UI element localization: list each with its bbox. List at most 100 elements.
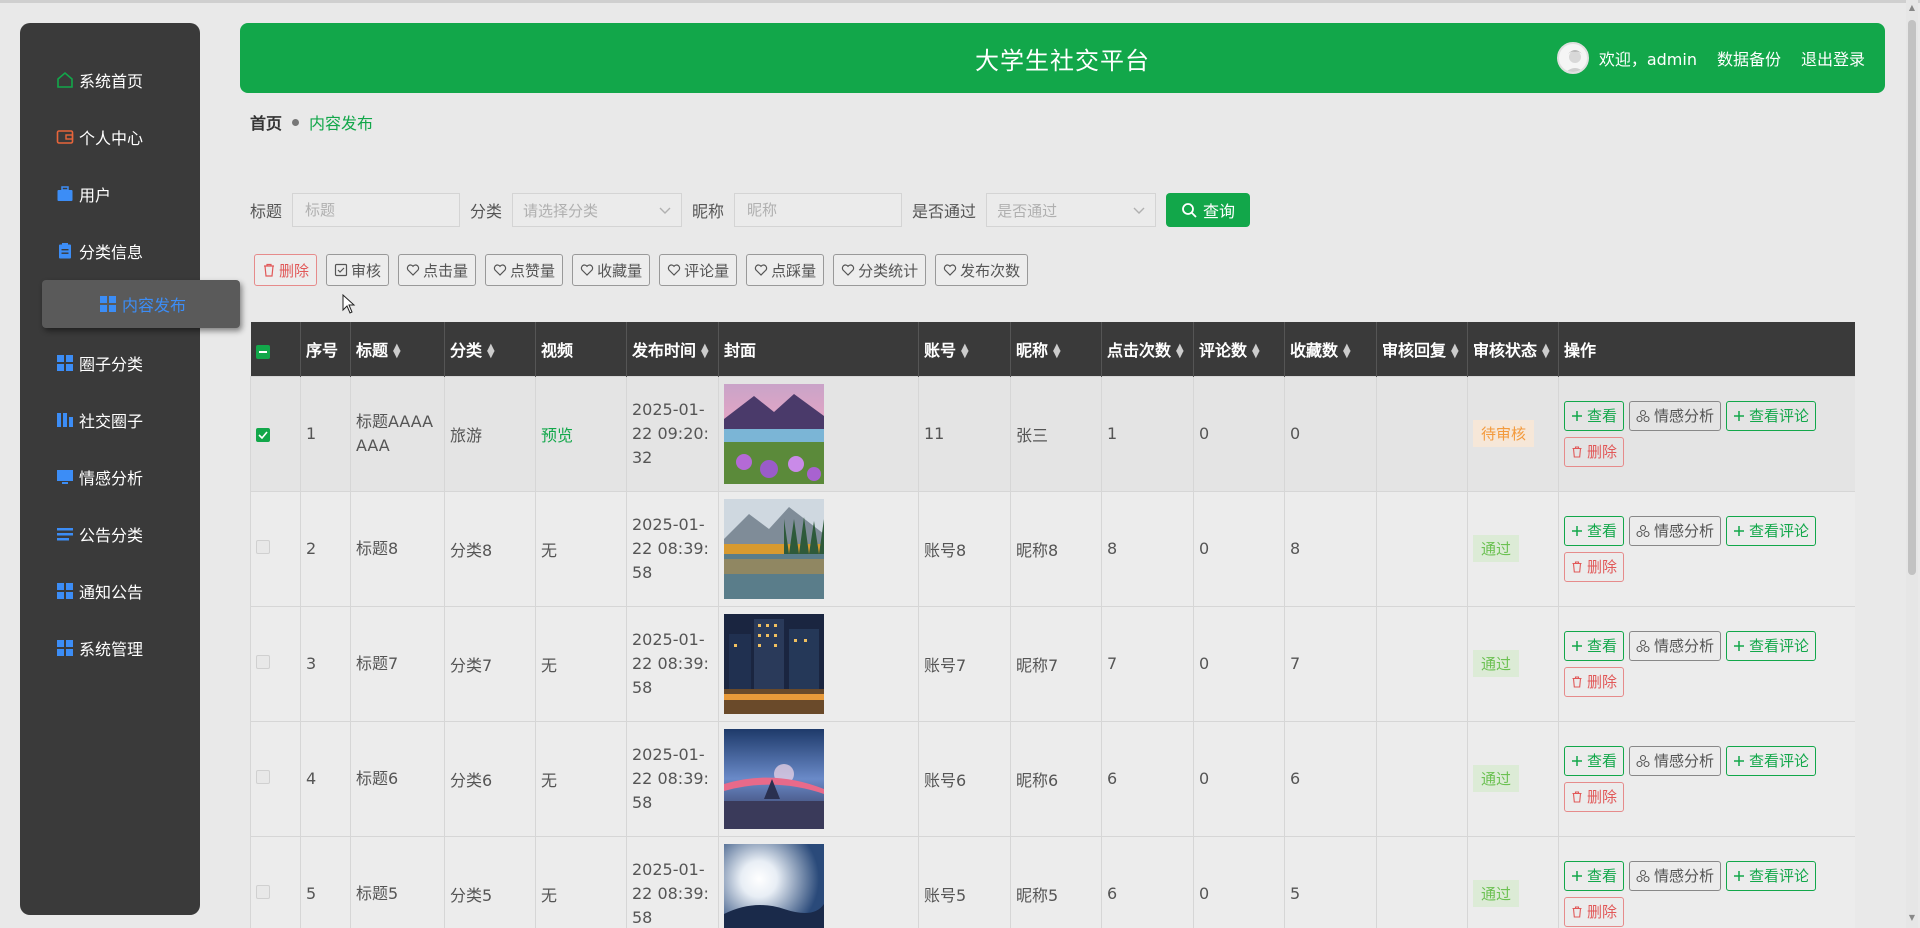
view-button[interactable]: 查看: [1564, 400, 1625, 431]
sentiment-button[interactable]: 情感分析: [1629, 630, 1722, 661]
sentiment-button[interactable]: 情感分析: [1629, 515, 1722, 546]
header-status[interactable]: 审核状态 ▲ ▼: [1467, 322, 1559, 376]
view-comments-button[interactable]: 查看评论: [1726, 400, 1817, 431]
cover-image[interactable]: [724, 728, 918, 829]
sidebar-item-circle-category[interactable]: 圈子分类: [20, 339, 200, 387]
cover-image[interactable]: [724, 613, 918, 714]
view-button[interactable]: 查看: [1564, 860, 1625, 891]
sidebar-item-users[interactable]: 用户: [20, 170, 200, 218]
cover-image[interactable]: [724, 843, 918, 928]
header-video: 视频: [535, 322, 627, 376]
header-cover: 封面: [718, 322, 919, 376]
nickname-cell: 昵称5: [1010, 835, 1102, 928]
select-all-checkbox[interactable]: [255, 345, 270, 360]
sidebar-item-profile[interactable]: 个人中心: [20, 113, 200, 161]
category-filter-select[interactable]: 请选择分类: [512, 193, 683, 227]
nickname-filter-input[interactable]: [734, 193, 903, 227]
view-comments-button[interactable]: 查看评论: [1726, 515, 1817, 546]
row-checkbox[interactable]: [256, 885, 270, 899]
comments-cell: 0: [1193, 720, 1285, 837]
header-clicks-label: 点击次数: [1107, 340, 1172, 360]
sidebar-item-system[interactable]: 系统管理: [20, 624, 200, 672]
heart-icon: [841, 263, 858, 277]
header-account-label: 账号: [924, 340, 957, 360]
dislikes-stat-button[interactable]: 点踩量: [746, 254, 825, 286]
view-button[interactable]: 查看: [1564, 630, 1625, 661]
scroll-up-icon[interactable]: ▲: [1908, 4, 1916, 12]
heart-icon: [754, 263, 771, 277]
audit-button[interactable]: 审核: [326, 254, 390, 286]
sidebar-item-notice-category[interactable]: 公告分类: [20, 510, 200, 558]
ops-cell: 查看 情感分析 查看评论 删除: [1558, 375, 1855, 492]
delete-button[interactable]: 删除: [1564, 896, 1625, 927]
delete-button[interactable]: 删除: [1564, 436, 1625, 467]
row-checkbox[interactable]: [256, 428, 270, 442]
delete-button[interactable]: 删除: [1564, 551, 1625, 582]
sort-icon: ▲ ▼: [961, 342, 969, 361]
heart-icon: [667, 263, 684, 277]
grid-icon: [55, 581, 75, 601]
delete-button[interactable]: 删除: [1564, 781, 1625, 812]
header-favorites[interactable]: 收藏数 ▲ ▼: [1284, 322, 1377, 376]
avatar[interactable]: [1556, 42, 1589, 74]
sidebar-item-label: 通知公告: [79, 583, 144, 602]
sentiment-button[interactable]: 情感分析: [1629, 860, 1722, 891]
table-row[interactable]: 5 标题5 分类5 无 2025-01-22 08:39:58 账号5 昵称5 …: [250, 835, 1855, 928]
video-preview-link[interactable]: 预览: [541, 426, 573, 445]
sidebar-item-label: 情感分析: [79, 469, 144, 488]
cover-image[interactable]: [724, 498, 918, 599]
delete-label: 删除: [1587, 788, 1618, 806]
category-stats-button[interactable]: 分类统计: [833, 254, 927, 286]
cover-image[interactable]: [724, 383, 918, 484]
batch-delete-button[interactable]: 删除: [254, 254, 318, 286]
sidebar-item-notice[interactable]: 通知公告: [20, 567, 200, 615]
page-scrollbar-thumb[interactable]: [1908, 20, 1916, 575]
sidebar-item-content-publish[interactable]: 内容发布: [42, 280, 240, 328]
title-filter-input[interactable]: [292, 193, 461, 227]
logout-link[interactable]: 退出登录: [1801, 46, 1865, 70]
title-cell: 标题5: [350, 835, 445, 928]
nodes-icon: [1636, 639, 1654, 653]
row-checkbox[interactable]: [256, 770, 270, 784]
row-checkbox[interactable]: [256, 540, 270, 554]
sentiment-button[interactable]: 情感分析: [1629, 745, 1722, 776]
table-row[interactable]: 3 标题7 分类7 无 2025-01-22 08:39:58 账号7 昵称7 …: [250, 605, 1855, 722]
pass-filter-select[interactable]: 是否通过: [986, 193, 1157, 227]
breadcrumb-home[interactable]: 首页: [250, 110, 282, 134]
time-cell: 2025-01-22 08:39:58: [626, 720, 719, 837]
view-button[interactable]: 查看: [1564, 745, 1625, 776]
table-row[interactable]: 2 标题8 分类8 无 2025-01-22 08:39:58 账号8 昵称8 …: [250, 490, 1855, 607]
view-comments-button[interactable]: 查看评论: [1726, 630, 1817, 661]
sidebar-item-label: 个人中心: [79, 129, 144, 148]
header-account[interactable]: 账号 ▲ ▼: [918, 322, 1011, 376]
sentiment-button[interactable]: 情感分析: [1629, 400, 1722, 431]
likes-stat-button[interactable]: 点赞量: [485, 254, 564, 286]
bars-icon: [55, 410, 75, 430]
scroll-down-icon[interactable]: ▼: [1908, 914, 1916, 922]
header-time[interactable]: 发布时间 ▲ ▼: [626, 322, 719, 376]
comments-stat-button[interactable]: 评论量: [659, 254, 738, 286]
sidebar-item-sentiment[interactable]: 情感分析: [20, 453, 200, 501]
query-button[interactable]: 查询: [1166, 193, 1251, 227]
table-row[interactable]: 1 标题AAAAAAA 旅游 预览 2025-01-22 09:20:32 11…: [250, 375, 1855, 492]
sidebar-item-social-circle[interactable]: 社交圈子: [20, 396, 200, 444]
header-title[interactable]: 标题 ▲ ▼: [350, 322, 445, 376]
view-button[interactable]: 查看: [1564, 515, 1625, 546]
view-comments-button[interactable]: 查看评论: [1726, 745, 1817, 776]
view-comments-button[interactable]: 查看评论: [1726, 860, 1817, 891]
row-checkbox[interactable]: [256, 655, 270, 669]
delete-button[interactable]: 删除: [1564, 666, 1625, 697]
header-reply[interactable]: 审核回复 ▲ ▼: [1376, 322, 1468, 376]
ops-cell: 查看 情感分析 查看评论 删除: [1558, 490, 1855, 607]
header-category[interactable]: 分类 ▲ ▼: [444, 322, 536, 376]
header-comments[interactable]: 评论数 ▲ ▼: [1193, 322, 1285, 376]
header-nickname[interactable]: 昵称 ▲ ▼: [1010, 322, 1102, 376]
clicks-stat-button[interactable]: 点击量: [398, 254, 477, 286]
publish-count-button[interactable]: 发布次数: [935, 254, 1029, 286]
sidebar-item-home[interactable]: 系统首页: [20, 56, 200, 104]
data-backup-link[interactable]: 数据备份: [1717, 46, 1781, 70]
favorites-stat-button[interactable]: 收藏量: [572, 254, 651, 286]
table-row[interactable]: 4 标题6 分类6 无 2025-01-22 08:39:58 账号6 昵称6 …: [250, 720, 1855, 837]
header-clicks[interactable]: 点击次数 ▲ ▼: [1101, 322, 1194, 376]
sidebar-item-category-info[interactable]: 分类信息: [20, 227, 200, 275]
